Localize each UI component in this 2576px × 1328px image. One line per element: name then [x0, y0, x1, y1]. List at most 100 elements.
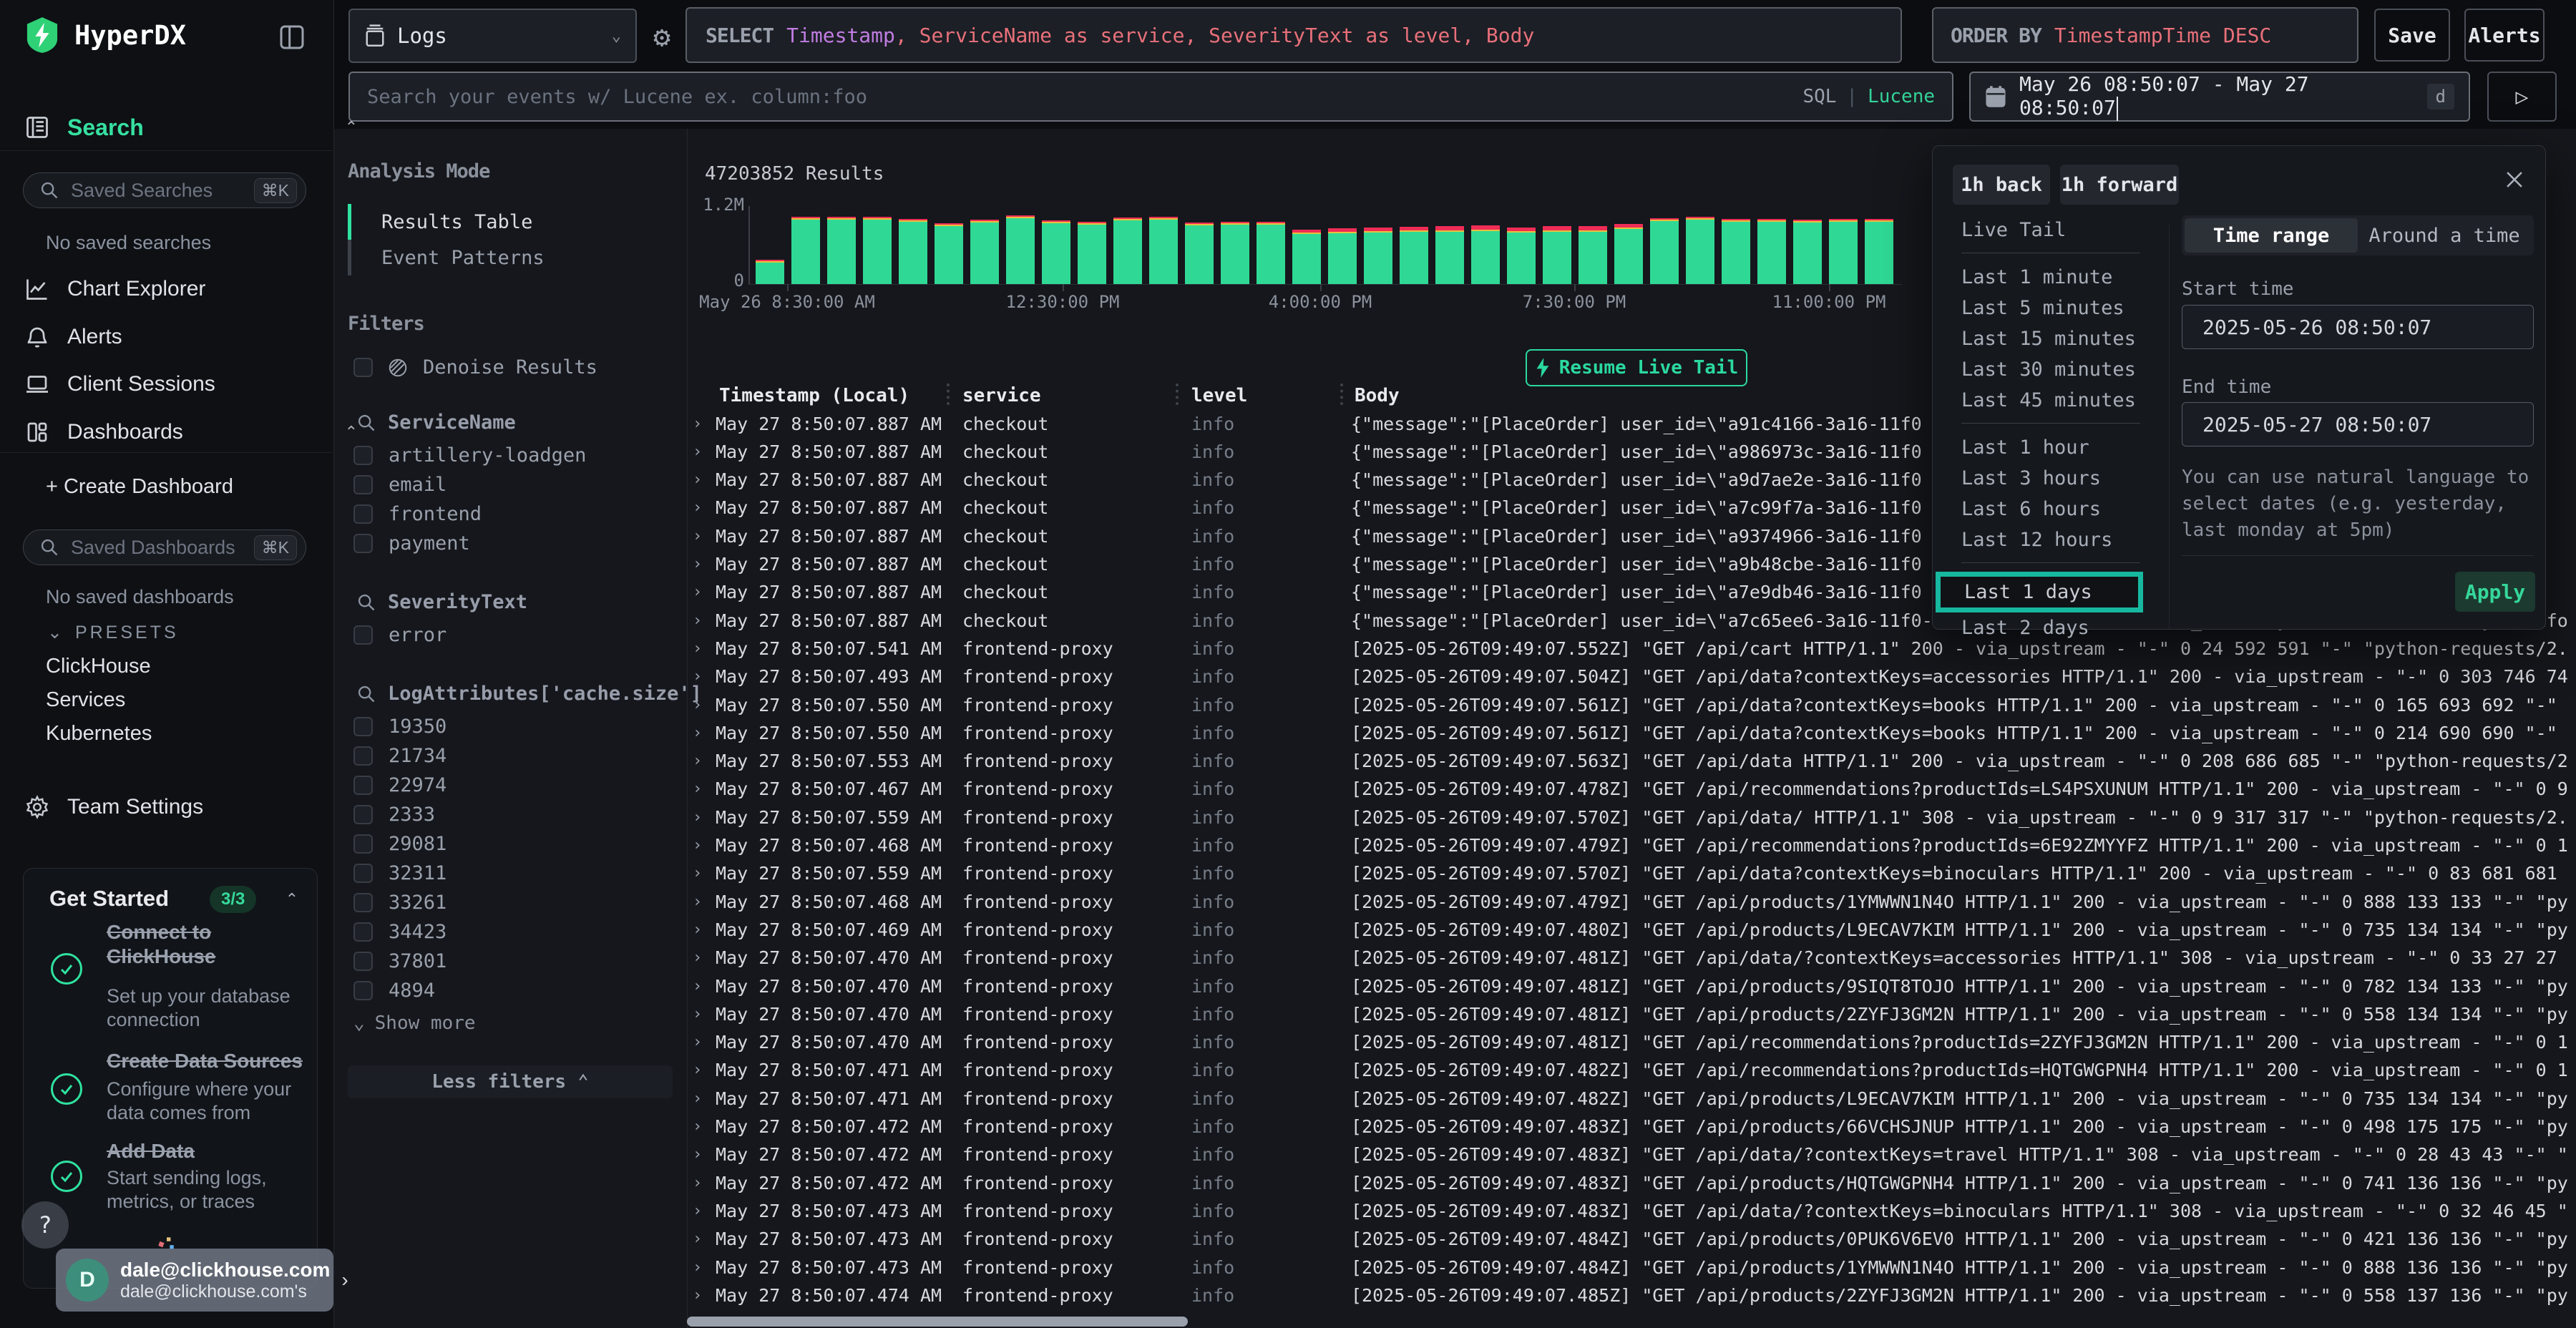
histogram-bar[interactable]	[1435, 226, 1464, 284]
chevron-up-icon[interactable]: ⌃	[286, 890, 298, 909]
row-expand-icon[interactable]: ›	[693, 809, 702, 826]
table-row[interactable]: ›May 27 8:50:07.471 AMfrontend-proxyinfo…	[687, 1056, 2576, 1085]
facet-value[interactable]: 2333	[348, 800, 673, 829]
table-row[interactable]: ›May 27 8:50:07.473 AMfrontend-proxyinfo…	[687, 1253, 2576, 1281]
search-input[interactable]: Search your events w/ Lucene ex. column:…	[348, 72, 1953, 122]
histogram-bar[interactable]	[1614, 224, 1643, 284]
table-row[interactable]: ›May 27 8:50:07.472 AMfrontend-proxyinfo…	[687, 1141, 2576, 1169]
get-started-item-title[interactable]: Create Data Sources	[107, 1049, 350, 1073]
histogram-bar[interactable]	[1185, 223, 1214, 284]
facet-header[interactable]: SeverityText	[348, 591, 673, 613]
sidebar-item-client-sessions[interactable]: Client Sessions	[0, 364, 382, 404]
histogram-bar[interactable]	[1006, 215, 1035, 284]
table-row[interactable]: ›May 27 8:50:07.474 AMfrontend-proxyinfo…	[687, 1281, 2576, 1309]
row-expand-icon[interactable]: ›	[693, 668, 702, 685]
histogram-bar[interactable]	[1471, 225, 1500, 284]
checkbox[interactable]	[353, 864, 373, 883]
table-row[interactable]: ›May 27 8:50:07.471 AMfrontend-proxyinfo…	[687, 1084, 2576, 1113]
facet-value[interactable]: 37801	[348, 947, 673, 976]
histogram-bar[interactable]	[1078, 222, 1106, 284]
table-row[interactable]: ›May 27 8:50:07.468 AMfrontend-proxyinfo…	[687, 887, 2576, 916]
time-option-last-1-days[interactable]: Last 1 days	[1936, 572, 2143, 612]
row-expand-icon[interactable]: ›	[693, 1202, 702, 1220]
row-expand-icon[interactable]: ›	[693, 949, 702, 967]
histogram-bar[interactable]	[899, 219, 927, 284]
user-menu[interactable]: D dale@clickhouse.com dale@clickhouse.co…	[56, 1249, 333, 1312]
saved-searches-input[interactable]: Saved Searches ⌘K	[23, 172, 306, 208]
row-expand-icon[interactable]: ›	[693, 640, 702, 658]
facet-header[interactable]: LogAttributes['cache.size']	[348, 683, 673, 705]
end-time-input[interactable]: 2025-05-27 08:50:07	[2182, 402, 2534, 446]
time-option-last-6-hours[interactable]: Last 6 hours	[1933, 494, 2169, 524]
checkbox[interactable]	[353, 746, 373, 766]
row-expand-icon[interactable]: ›	[693, 724, 702, 742]
sidebar-item-chart-explorer[interactable]: Chart Explorer	[0, 269, 382, 309]
sidebar-item-dashboards[interactable]: Dashboards ⌃	[0, 412, 382, 452]
sidebar-item-alerts[interactable]: Alerts	[0, 317, 382, 357]
column-resize-handle[interactable]	[1176, 384, 1179, 405]
save-button[interactable]: Save	[2374, 9, 2450, 62]
row-expand-icon[interactable]: ›	[693, 1033, 702, 1051]
checkbox[interactable]	[353, 922, 373, 942]
table-row[interactable]: ›May 27 8:50:07.559 AMfrontend-proxyinfo…	[687, 803, 2576, 831]
row-expand-icon[interactable]: ›	[693, 471, 702, 489]
source-select[interactable]: Logs ⌄	[348, 9, 637, 63]
time-option-last-1-hour[interactable]: Last 1 hour	[1933, 432, 2169, 463]
histogram-bar[interactable]	[1650, 218, 1679, 284]
table-row[interactable]: ›May 27 8:50:07.467 AMfrontend-proxyinfo…	[687, 775, 2576, 804]
time-option-last-3-hours[interactable]: Last 3 hours	[1933, 463, 2169, 494]
tab-time-range[interactable]: Time range	[2185, 218, 2358, 253]
time-option-live-tail[interactable]: Live Tail	[1933, 215, 2169, 245]
analysis-mode-event-patterns[interactable]: Event Patterns	[348, 240, 673, 275]
get-started-item-title[interactable]: Connect to ClickHouse	[107, 920, 300, 969]
table-row[interactable]: ›May 27 8:50:07.473 AMfrontend-proxyinfo…	[687, 1225, 2576, 1254]
table-row[interactable]: ›May 27 8:50:07.493 AMfrontend-proxyinfo…	[687, 663, 2576, 691]
facet-header[interactable]: ServiceName	[348, 411, 673, 434]
histogram-bar[interactable]	[1113, 218, 1142, 284]
table-row[interactable]: ›May 27 8:50:07.470 AMfrontend-proxyinfo…	[687, 1000, 2576, 1028]
time-option-last-15-minutes[interactable]: Last 15 minutes	[1933, 323, 2169, 354]
facet-value[interactable]: payment	[348, 529, 673, 558]
table-row[interactable]: ›May 27 8:50:07.553 AMfrontend-proxyinfo…	[687, 747, 2576, 776]
analysis-mode-results-table[interactable]: Results Table	[348, 204, 673, 240]
row-expand-icon[interactable]: ›	[693, 1118, 702, 1136]
row-expand-icon[interactable]: ›	[693, 527, 702, 545]
saved-dashboards-input[interactable]: Saved Dashboards ⌘K	[23, 529, 306, 565]
checkbox[interactable]	[353, 625, 373, 645]
row-expand-icon[interactable]: ›	[693, 1005, 702, 1023]
row-expand-icon[interactable]: ›	[693, 1230, 702, 1248]
create-dashboard-button[interactable]: + Create Dashboard	[46, 475, 233, 499]
histogram-bar[interactable]	[827, 217, 856, 284]
histogram-bar[interactable]	[756, 260, 784, 284]
table-row[interactable]: ›May 27 8:50:07.473 AMfrontend-proxyinfo…	[687, 1196, 2576, 1225]
column-header-body[interactable]: Body	[1355, 385, 1400, 406]
time-option-last-30-minutes[interactable]: Last 30 minutes	[1933, 354, 2169, 385]
apply-button[interactable]: Apply	[2455, 572, 2535, 612]
table-row[interactable]: ›May 27 8:50:07.550 AMfrontend-proxyinfo…	[687, 690, 2576, 719]
time-option-last-1-minute[interactable]: Last 1 minute	[1933, 262, 2169, 293]
row-expand-icon[interactable]: ›	[693, 555, 702, 573]
histogram-bar[interactable]	[1400, 227, 1428, 284]
row-expand-icon[interactable]: ›	[693, 1061, 702, 1079]
facet-value[interactable]: 33261	[348, 888, 673, 917]
run-query-button[interactable]: ▷	[2487, 72, 2557, 122]
facet-value[interactable]: email	[348, 470, 673, 499]
facet-value[interactable]: 21734	[348, 741, 673, 771]
time-option-last-5-minutes[interactable]: Last 5 minutes	[1933, 293, 2169, 323]
histogram-bar[interactable]	[1865, 219, 1893, 284]
show-more-toggle[interactable]: ⌄Show more	[348, 1012, 673, 1034]
row-expand-icon[interactable]: ›	[693, 1174, 702, 1192]
histogram-bar[interactable]	[1757, 219, 1786, 284]
column-resize-handle[interactable]	[947, 384, 950, 405]
time-option-last-12-hours[interactable]: Last 12 hours	[1933, 524, 2169, 555]
row-expand-icon[interactable]: ›	[693, 836, 702, 854]
row-expand-icon[interactable]: ›	[693, 977, 702, 995]
row-expand-icon[interactable]: ›	[693, 612, 702, 630]
time-option-last-45-minutes[interactable]: Last 45 minutes	[1933, 385, 2169, 416]
less-filters-button[interactable]: Less filters ⌃	[348, 1065, 673, 1098]
help-button[interactable]: ?	[21, 1201, 69, 1249]
table-row[interactable]: ›May 27 8:50:07.472 AMfrontend-proxyinfo…	[687, 1113, 2576, 1141]
checkbox[interactable]	[353, 534, 373, 553]
sidebar-item-team-settings[interactable]: Team Settings	[0, 787, 382, 827]
histogram-bar[interactable]	[1829, 219, 1858, 284]
